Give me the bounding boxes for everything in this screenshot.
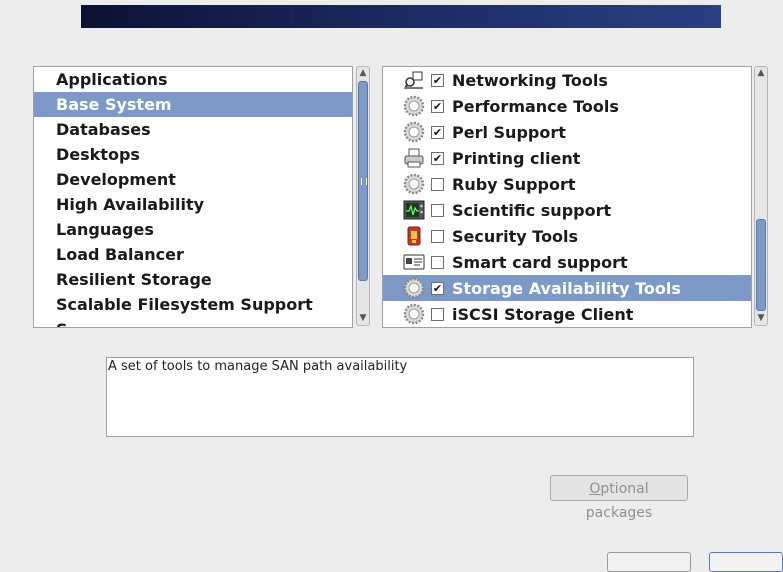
group-item-databases[interactable]: Databases: [34, 117, 352, 142]
group-item-scalable-filesystem[interactable]: Scalable Filesystem Support: [34, 292, 352, 317]
description-text: A set of tools to manage SAN path availa…: [108, 359, 408, 374]
group-item-development[interactable]: Development: [34, 167, 352, 192]
group-scroll-thumb[interactable]: [358, 81, 368, 281]
package-row-iscsi-storage-client[interactable]: iSCSI Storage Client: [383, 301, 751, 327]
package-list-scrollbar[interactable]: ▲ ▼: [754, 66, 768, 326]
package-checkbox[interactable]: [431, 177, 444, 191]
group-item-resilient-storage[interactable]: Resilient Storage: [34, 267, 352, 292]
package-checkbox[interactable]: ✔: [431, 281, 444, 295]
group-item-base-system[interactable]: Base System: [34, 92, 352, 117]
package-scroll-thumb[interactable]: [756, 219, 766, 311]
package-row-smart-card-support[interactable]: Smart card support: [383, 249, 751, 275]
package-checkbox[interactable]: [431, 203, 444, 217]
package-label: Storage Availability Tools: [452, 278, 681, 298]
package-row-security-tools[interactable]: Security Tools: [383, 223, 751, 249]
group-item-languages[interactable]: Languages: [34, 217, 352, 242]
package-checkbox[interactable]: [431, 229, 444, 243]
grip-icon: [361, 178, 367, 185]
package-row-networking-tools[interactable]: ✔ Networking Tools: [383, 67, 751, 93]
gear-icon: [403, 95, 425, 117]
package-label: Performance Tools: [452, 96, 619, 116]
package-checkbox[interactable]: ✔: [431, 99, 444, 113]
package-label: Smart card support: [452, 252, 628, 272]
mnemonic-letter: O: [589, 481, 601, 497]
scroll-up-arrow-icon[interactable]: ▲: [755, 67, 767, 80]
package-checkbox[interactable]: ✔: [431, 125, 444, 139]
package-row-storage-availability-tools[interactable]: ✔ Storage Availability Tools: [383, 275, 751, 301]
package-row-ruby-support[interactable]: Ruby Support: [383, 171, 751, 197]
back-button[interactable]: [607, 552, 691, 572]
scroll-up-arrow-icon[interactable]: ▲: [357, 67, 369, 80]
group-item-high-availability[interactable]: High Availability: [34, 192, 352, 217]
package-description: A set of tools to manage SAN path availa…: [106, 357, 694, 437]
security-icon: [403, 225, 425, 247]
group-list-scrollbar[interactable]: ▲ ▼: [356, 66, 370, 326]
package-checkbox[interactable]: [431, 255, 444, 269]
package-label: Networking Tools: [452, 70, 608, 90]
package-row-printing-client[interactable]: ✔ Printing client: [383, 145, 751, 171]
package-label: Ruby Support: [452, 174, 576, 194]
package-label: Printing client: [452, 148, 581, 168]
group-item-applications[interactable]: Applications: [34, 67, 352, 92]
package-list[interactable]: ✔ Networking Tools ✔ Performance Tools ✔…: [382, 66, 752, 328]
optional-packages-button[interactable]: Optional packages: [550, 475, 688, 521]
package-checkbox[interactable]: [431, 307, 444, 321]
package-row-scientific-support[interactable]: Scientific support: [383, 197, 751, 223]
printer-icon: [403, 147, 425, 169]
gear-icon: [403, 173, 425, 195]
smart-card-icon: [403, 251, 425, 273]
group-item-desktops[interactable]: Desktops: [34, 142, 352, 167]
header-banner: [81, 5, 721, 28]
gear-icon: [403, 277, 425, 299]
network-icon: [403, 69, 425, 91]
package-label: Scientific support: [452, 200, 612, 220]
package-label: Security Tools: [452, 226, 579, 246]
group-item-load-balancer[interactable]: Load Balancer: [34, 242, 352, 267]
oscilloscope-icon: [403, 199, 425, 221]
group-item-partial[interactable]: S...: [34, 317, 352, 327]
package-label: iSCSI Storage Client: [452, 304, 634, 324]
next-button[interactable]: [709, 552, 783, 572]
scroll-down-arrow-icon[interactable]: ▼: [755, 312, 767, 325]
group-list[interactable]: Applications Base System Databases Deskt…: [33, 66, 353, 328]
scroll-down-arrow-icon[interactable]: ▼: [357, 312, 369, 325]
package-checkbox[interactable]: ✔: [431, 73, 444, 87]
package-checkbox[interactable]: ✔: [431, 151, 444, 165]
package-row-performance-tools[interactable]: ✔ Performance Tools: [383, 93, 751, 119]
gear-icon: [403, 303, 425, 325]
package-row-perl-support[interactable]: ✔ Perl Support: [383, 119, 751, 145]
package-label: Perl Support: [452, 122, 566, 142]
gear-icon: [403, 121, 425, 143]
